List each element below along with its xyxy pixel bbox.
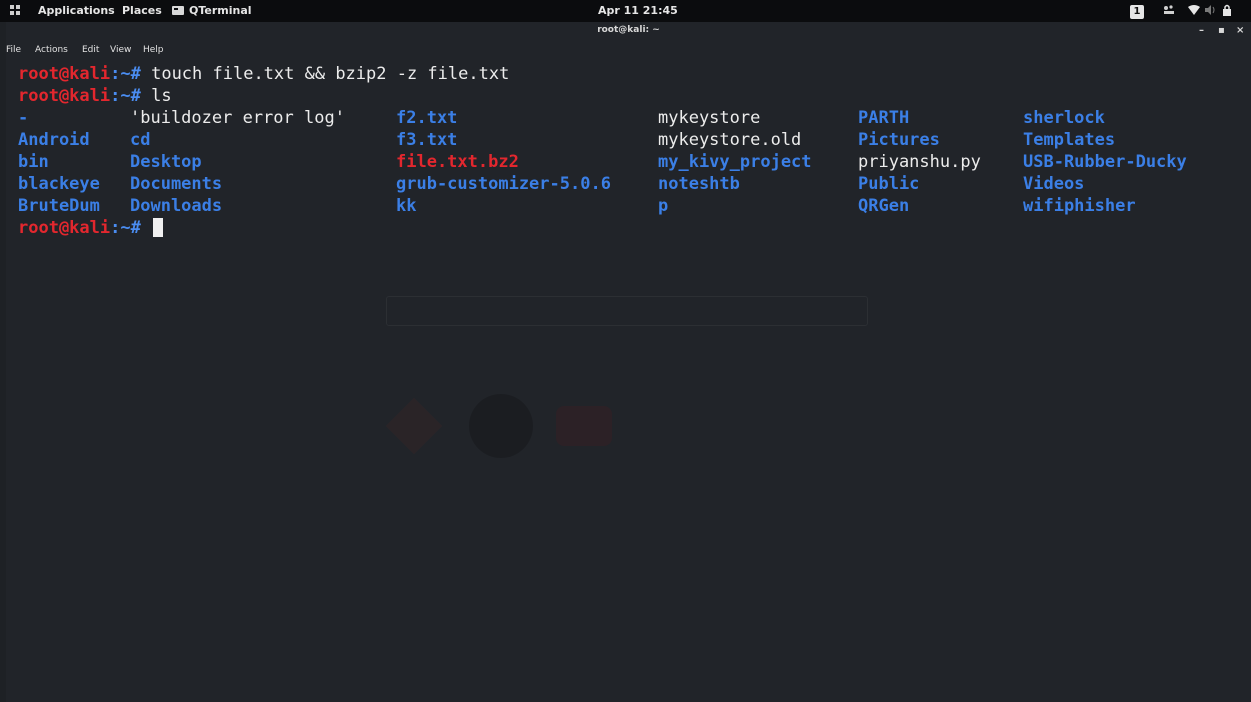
ls-entry: f3.txt [396, 130, 458, 150]
workspace-indicator[interactable]: 1 [1130, 0, 1144, 22]
prompt-user-host: root@kali [18, 218, 111, 238]
ls-entry: blackeye [18, 174, 100, 194]
ls-entry: Desktop [130, 152, 202, 172]
top-panel: Applications Places QTerminal Apr 11 21:… [0, 0, 1251, 22]
menu-bar: File Actions Edit View Help [6, 40, 1251, 60]
ls-entry: Android [18, 130, 90, 150]
prompt-user-host: root@kali [18, 64, 111, 84]
ls-entry: QRGen [858, 196, 910, 216]
text-cursor [153, 217, 164, 237]
terminal-window: root@kali: ~ – ▪ × File Actions Edit Vie… [6, 22, 1251, 702]
ls-entry: sherlock [1023, 108, 1105, 128]
ls-entry: PARTH [858, 108, 910, 128]
ls-entry: f2.txt [396, 108, 458, 128]
ls-entry: noteshtb [658, 174, 740, 194]
ls-entry: BruteDum [18, 196, 100, 216]
clock[interactable]: Apr 11 21:45 [598, 0, 678, 22]
ls-entry: wifiphisher [1023, 196, 1136, 216]
ls-entry: kk [396, 196, 417, 216]
menu-file[interactable]: File [6, 45, 21, 55]
prompt-line: root@kali:~# touch file.txt && bzip2 -z … [18, 63, 509, 85]
menu-actions[interactable]: Actions [35, 45, 68, 55]
wifi-icon[interactable] [1188, 0, 1200, 22]
menu-view[interactable]: View [110, 45, 131, 55]
menu-help[interactable]: Help [143, 45, 164, 55]
prompt-path: :~# [110, 86, 141, 106]
taskbar-app-label: QTerminal [189, 4, 252, 17]
ls-entry: Pictures [858, 130, 940, 150]
ls-entry: my_kivy_project [658, 152, 812, 172]
ls-entry: - [18, 108, 29, 128]
ls-entry: Downloads [130, 196, 223, 216]
ls-entry: priyanshu.py [858, 152, 981, 172]
places-menu[interactable]: Places [122, 0, 162, 22]
ls-entry: file.txt.bz2 [396, 152, 519, 172]
ls-entry: mykeystore.old [658, 130, 802, 150]
volume-icon[interactable] [1205, 0, 1217, 22]
ls-entry: cd [130, 130, 151, 150]
ls-entry: 'buildozer error log' [130, 108, 345, 128]
ls-entry: Public [858, 174, 920, 194]
prompt-path: :~# [110, 64, 141, 84]
menu-edit[interactable]: Edit [82, 45, 99, 55]
prompt-path: :~# [110, 218, 141, 238]
ls-entry: Videos [1023, 174, 1085, 194]
ls-entry: Templates [1023, 130, 1116, 150]
terminal-output[interactable]: root@kali:~# touch file.txt && bzip2 -z … [6, 60, 1251, 702]
minimize-icon[interactable]: – [1199, 25, 1204, 36]
prompt-user-host: root@kali [18, 86, 111, 106]
maximize-icon[interactable]: ▪ [1218, 25, 1225, 36]
activities-grid-icon[interactable] [10, 0, 20, 22]
lock-icon[interactable] [1222, 0, 1232, 22]
prompt-line: root@kali:~# ls [18, 85, 172, 107]
ls-entry: Documents [130, 174, 223, 194]
applications-menu[interactable]: Applications [38, 0, 115, 22]
network-activity-icon[interactable] [1163, 0, 1175, 22]
close-icon[interactable]: × [1236, 25, 1244, 36]
ls-entry: p [658, 196, 669, 216]
ls-entry: bin [18, 152, 49, 172]
command-text: touch file.txt && bzip2 -z file.txt [151, 64, 510, 84]
ls-entry: USB-Rubber-Ducky [1023, 152, 1187, 172]
taskbar-qterminal[interactable]: QTerminal [172, 0, 252, 22]
ls-entry: grub-customizer-5.0.6 [396, 174, 611, 194]
ls-entry: mykeystore [658, 108, 761, 128]
command-text: ls [151, 86, 172, 106]
active-prompt-line[interactable]: root@kali:~# [18, 217, 164, 239]
terminal-icon [172, 6, 184, 15]
window-titlebar[interactable]: root@kali: ~ – ▪ × [6, 22, 1251, 40]
window-title: root@kali: ~ [597, 25, 660, 35]
workspace-number: 1 [1130, 5, 1144, 19]
